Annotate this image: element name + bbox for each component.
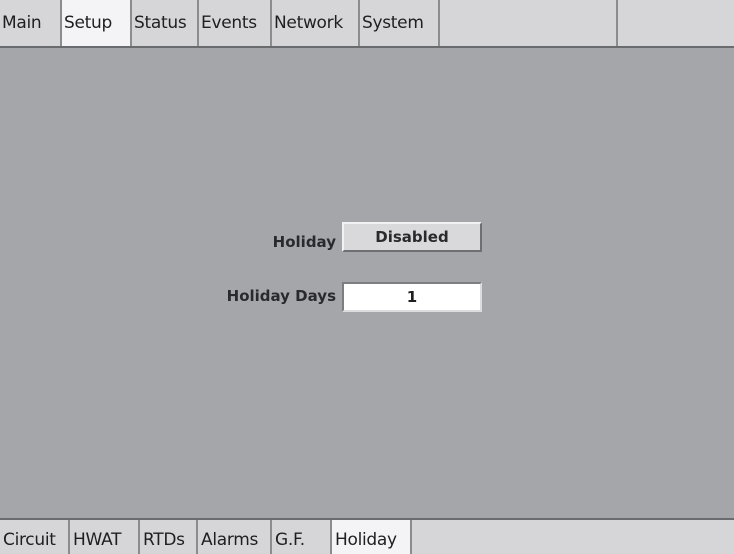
holiday-setup-panel: Holiday Disabled Holiday Days 1 [6,50,734,516]
holiday-days-label: Holiday Days [226,287,336,305]
tab-holiday[interactable]: Holiday [332,520,412,554]
tab-empty-slot [440,0,618,46]
tab-hwat[interactable]: HWAT [70,520,140,554]
holiday-days-field[interactable]: 1 [342,282,482,312]
controller-screen: Main Setup Status Events Network System … [0,0,734,554]
tab-main[interactable]: Main [0,0,62,46]
tab-system[interactable]: System [360,0,440,46]
holiday-toggle-button[interactable]: Disabled [342,222,482,252]
tab-network[interactable]: Network [272,0,360,46]
tab-status[interactable]: Status [132,0,199,46]
bottom-tab-bar: Circuit HWAT RTDs Alarms G.F. Holiday [0,518,734,554]
tab-empty-slot [618,0,734,46]
tab-events[interactable]: Events [199,0,272,46]
tab-rtds[interactable]: RTDs [140,520,198,554]
tab-gf[interactable]: G.F. [272,520,332,554]
tab-setup[interactable]: Setup [62,0,132,46]
holiday-label: Holiday [272,233,336,251]
tab-circuit[interactable]: Circuit [0,520,70,554]
top-tab-bar: Main Setup Status Events Network System [0,0,734,48]
tab-alarms[interactable]: Alarms [198,520,272,554]
